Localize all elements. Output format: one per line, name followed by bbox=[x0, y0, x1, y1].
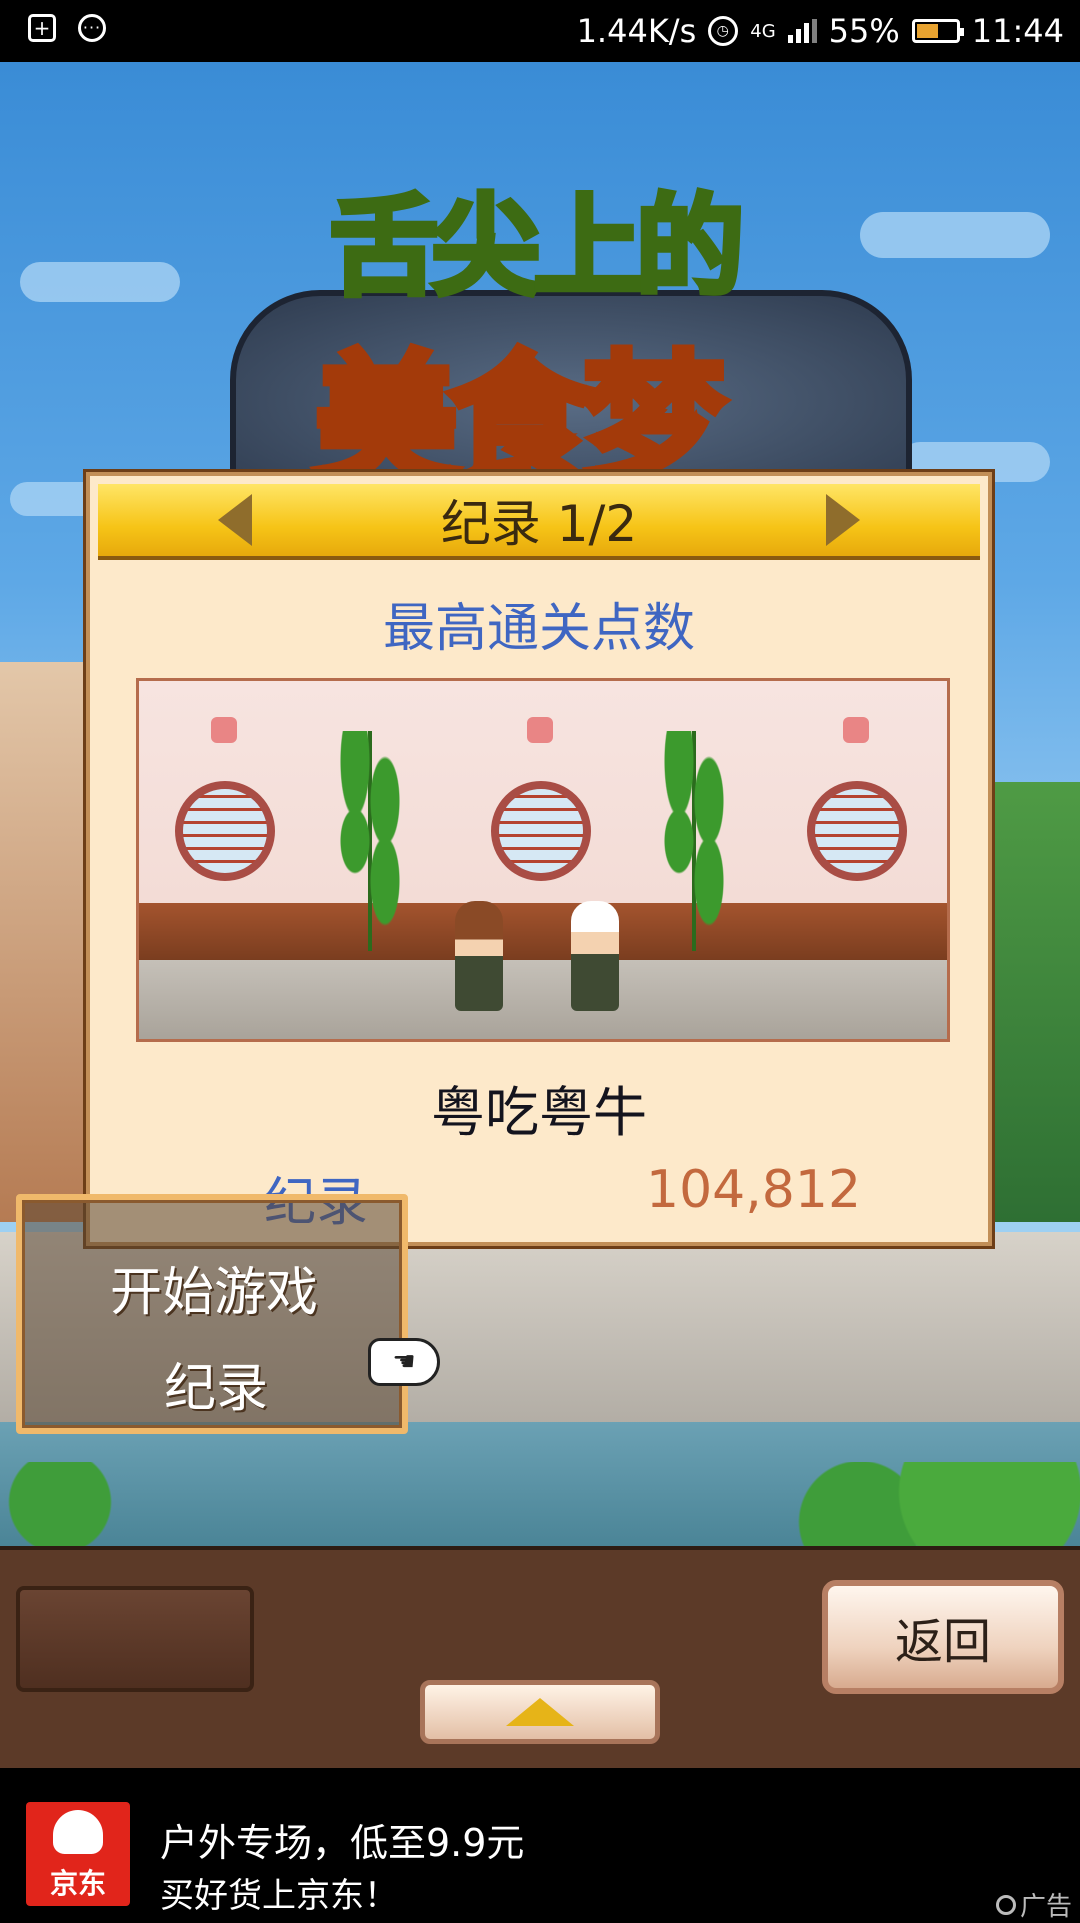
trees-foreground bbox=[0, 1462, 1080, 1546]
chef-character bbox=[571, 901, 619, 1011]
alarm-icon: ◷ bbox=[708, 16, 739, 46]
lantern bbox=[211, 717, 237, 743]
ad-brand: 京东 bbox=[49, 1867, 106, 1900]
info-panel bbox=[16, 1586, 254, 1692]
lantern bbox=[843, 717, 869, 743]
network-type: 4G bbox=[750, 20, 776, 42]
prev-page-arrow-icon[interactable] bbox=[218, 494, 252, 546]
ad-refresh-icon bbox=[995, 1894, 1016, 1915]
more-dots-icon: ··· bbox=[78, 14, 106, 42]
ad-headline: 户外专场，低至9.9元 bbox=[160, 1821, 525, 1865]
record-category: 最高通关点数 bbox=[382, 599, 695, 659]
menu-start-game[interactable]: 开始游戏 bbox=[110, 1250, 318, 1325]
battery-icon bbox=[911, 19, 964, 43]
ad-tag[interactable]: 广告 bbox=[995, 1886, 1072, 1923]
menu-records[interactable]: 纪录 bbox=[164, 1346, 268, 1421]
customer-character bbox=[455, 901, 503, 1011]
ad-subline: 买好货上京东！ bbox=[160, 1876, 398, 1916]
records-dialog: 纪录 1/2 最高通关点数 粤吃粤牛 纪录 104,812 bbox=[86, 472, 992, 1246]
network-speed: 1.44K/s bbox=[576, 12, 697, 50]
bamboo-plant bbox=[659, 731, 729, 951]
round-window bbox=[491, 781, 591, 881]
ad-tag-label: 广告 bbox=[1019, 1892, 1072, 1922]
expand-up-button[interactable] bbox=[420, 1680, 660, 1744]
ad-banner[interactable]: 京东 户外专场，低至9.9元 买好货上京东！ 广告 bbox=[0, 1768, 1080, 1923]
next-page-arrow-icon[interactable] bbox=[826, 494, 860, 546]
bamboo-plant bbox=[335, 731, 405, 951]
back-button[interactable]: 返回 bbox=[822, 1580, 1064, 1694]
dialog-header: 纪录 1/2 bbox=[98, 484, 980, 560]
logo-title-top: 舌尖上的 bbox=[327, 182, 747, 313]
round-window bbox=[807, 781, 907, 881]
lantern bbox=[527, 717, 553, 743]
record-value: 104,812 bbox=[646, 1160, 862, 1220]
clock: 11:44 bbox=[971, 12, 1064, 50]
cloud bbox=[20, 262, 180, 302]
hand-pointer-icon: ☚ bbox=[368, 1338, 440, 1386]
main-menu: 开始游戏 纪录 bbox=[16, 1194, 408, 1434]
battery-percent: 55% bbox=[828, 12, 900, 50]
restaurant-image bbox=[136, 678, 950, 1042]
restaurant-name: 粤吃粤牛 bbox=[431, 1081, 647, 1144]
signal-icon bbox=[787, 19, 817, 43]
up-arrow-icon bbox=[506, 1698, 574, 1726]
jd-dog-icon bbox=[53, 1810, 103, 1854]
round-window bbox=[175, 781, 275, 881]
sim-add-icon: + bbox=[28, 14, 56, 42]
game-logo: 舌尖上的 美食梦 bbox=[230, 140, 912, 512]
game-bottom-bar: 返回 bbox=[0, 1546, 1080, 1772]
status-bar: + ··· 1.44K/s ◷ 4G 55% 11:44 bbox=[0, 0, 1080, 62]
dialog-title: 纪录 1/2 bbox=[440, 495, 638, 553]
jd-logo: 京东 bbox=[26, 1802, 130, 1906]
